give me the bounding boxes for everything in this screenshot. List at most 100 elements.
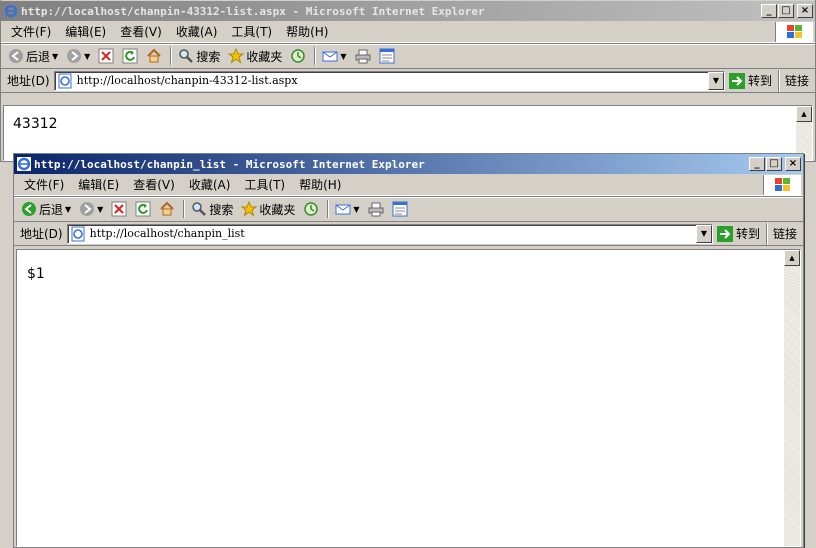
vertical-scrollbar[interactable]: ▲ bbox=[784, 250, 800, 546]
edit-button[interactable] bbox=[389, 198, 411, 220]
stop-button[interactable] bbox=[108, 198, 130, 220]
menu-help[interactable]: 帮助(H) bbox=[293, 174, 347, 195]
back-arrow-icon bbox=[21, 201, 37, 217]
home-button[interactable] bbox=[143, 45, 165, 67]
back-label: 后退 bbox=[26, 49, 51, 64]
links-button[interactable]: 链接 bbox=[765, 222, 803, 245]
address-value: http://localhost/chanpin-43312-list.aspx bbox=[76, 74, 298, 87]
mail-icon bbox=[335, 201, 351, 217]
refresh-button[interactable] bbox=[119, 45, 141, 67]
address-bar: 地址(D) http://localhost/chanpin-43312-lis… bbox=[1, 69, 815, 93]
title-bar[interactable]: http://localhost/chanpin_list - Microsof… bbox=[14, 154, 803, 174]
search-button[interactable]: 搜索 bbox=[175, 45, 223, 67]
menu-bar: 文件(F) 编辑(E) 查看(V) 收藏(A) 工具(T) 帮助(H) bbox=[14, 174, 803, 196]
refresh-button[interactable] bbox=[132, 198, 154, 220]
search-label: 搜索 bbox=[209, 202, 234, 217]
ie-icon bbox=[17, 157, 31, 171]
menu-file[interactable]: 文件(F) bbox=[18, 174, 70, 195]
menu-help[interactable]: 帮助(H) bbox=[280, 21, 334, 42]
ie-window-front[interactable]: http://localhost/chanpin_list - Microsof… bbox=[13, 153, 804, 548]
refresh-icon bbox=[122, 48, 138, 64]
forward-button[interactable]: ▼ bbox=[63, 45, 93, 67]
chevron-down-icon[interactable]: ▼ bbox=[97, 205, 103, 214]
go-arrow-icon bbox=[716, 225, 733, 242]
toolbar-separator bbox=[327, 200, 330, 218]
search-button[interactable]: 搜索 bbox=[188, 198, 236, 220]
chevron-down-icon[interactable]: ▼ bbox=[353, 205, 359, 214]
back-button[interactable]: 后退 ▼ bbox=[18, 198, 74, 220]
menu-favorites[interactable]: 收藏(A) bbox=[170, 21, 224, 42]
address-label: 地址(D) bbox=[20, 227, 63, 241]
go-label: 转到 bbox=[747, 74, 772, 88]
menu-view[interactable]: 查看(V) bbox=[114, 21, 168, 42]
printer-icon bbox=[368, 201, 384, 217]
minimize-button[interactable]: _ bbox=[761, 4, 777, 18]
go-button[interactable]: 转到 bbox=[713, 224, 766, 244]
forward-arrow-icon bbox=[79, 201, 95, 217]
menu-edit[interactable]: 编辑(E) bbox=[59, 21, 112, 42]
refresh-icon bbox=[135, 201, 151, 217]
chevron-down-icon[interactable]: ▼ bbox=[65, 205, 71, 214]
star-icon bbox=[228, 48, 245, 64]
chevron-down-icon[interactable]: ▼ bbox=[52, 52, 58, 61]
toolbar-separator bbox=[314, 47, 317, 65]
scroll-up-arrow-icon[interactable]: ▲ bbox=[784, 250, 800, 266]
menu-tools[interactable]: 工具(T) bbox=[238, 174, 291, 195]
back-arrow-icon bbox=[8, 48, 24, 64]
print-button[interactable] bbox=[352, 45, 374, 67]
window-title: http://localhost/chanpin-43312-list.aspx… bbox=[21, 4, 485, 18]
home-button[interactable] bbox=[156, 198, 178, 220]
favorites-button[interactable]: 收藏夹 bbox=[238, 198, 298, 220]
maximize-button[interactable]: □ bbox=[778, 4, 794, 18]
forward-button[interactable]: ▼ bbox=[76, 198, 106, 220]
title-bar[interactable]: http://localhost/chanpin-43312-list.aspx… bbox=[1, 1, 815, 21]
menu-edit[interactable]: 编辑(E) bbox=[72, 174, 125, 195]
menu-tools[interactable]: 工具(T) bbox=[225, 21, 278, 42]
close-button[interactable]: × bbox=[785, 157, 801, 171]
go-arrow-icon bbox=[728, 72, 745, 89]
edit-page-icon bbox=[379, 48, 395, 64]
menu-favorites[interactable]: 收藏(A) bbox=[183, 174, 237, 195]
chevron-down-icon[interactable]: ▼ bbox=[340, 52, 346, 61]
ie-icon bbox=[4, 4, 18, 18]
mail-button[interactable]: ▼ bbox=[332, 198, 362, 220]
standard-toolbar: 后退 ▼ ▼ 搜索 收藏夹 ▼ bbox=[14, 196, 803, 222]
forward-arrow-icon bbox=[66, 48, 82, 64]
back-button[interactable]: 后退 ▼ bbox=[5, 45, 61, 67]
search-icon bbox=[178, 48, 194, 64]
minimize-button[interactable]: _ bbox=[749, 157, 765, 171]
mail-button[interactable]: ▼ bbox=[319, 45, 349, 67]
favorites-button[interactable]: 收藏夹 bbox=[225, 45, 285, 67]
scroll-up-arrow-icon[interactable]: ▲ bbox=[796, 106, 812, 122]
edit-page-icon bbox=[392, 201, 408, 217]
history-button[interactable] bbox=[300, 198, 322, 220]
close-button[interactable]: × bbox=[797, 4, 813, 18]
print-button[interactable] bbox=[365, 198, 387, 220]
mail-icon bbox=[322, 48, 338, 64]
chevron-down-icon[interactable]: ▼ bbox=[707, 71, 724, 90]
maximize-button[interactable]: □ bbox=[766, 157, 782, 171]
address-input[interactable]: http://localhost/chanpin_list ▼ bbox=[66, 223, 713, 244]
standard-toolbar: 后退 ▼ ▼ 搜索 收藏夹 ▼ bbox=[1, 43, 815, 69]
go-button[interactable]: 转到 bbox=[725, 71, 778, 91]
edit-button[interactable] bbox=[376, 45, 398, 67]
chevron-down-icon[interactable]: ▼ bbox=[695, 224, 712, 243]
toolbar-separator bbox=[183, 200, 186, 218]
stop-icon bbox=[98, 48, 114, 64]
windows-logo-icon bbox=[763, 175, 801, 195]
stop-button[interactable] bbox=[95, 45, 117, 67]
windows-logo-icon bbox=[775, 22, 813, 42]
history-button[interactable] bbox=[287, 45, 309, 67]
menu-file[interactable]: 文件(F) bbox=[5, 21, 57, 42]
search-icon bbox=[191, 201, 207, 217]
chevron-down-icon[interactable]: ▼ bbox=[84, 52, 90, 61]
page-text: 43312 bbox=[13, 116, 58, 132]
ie-window-back[interactable]: http://localhost/chanpin-43312-list.aspx… bbox=[0, 0, 816, 162]
address-input[interactable]: http://localhost/chanpin-43312-list.aspx… bbox=[53, 70, 725, 91]
history-icon bbox=[303, 201, 319, 217]
menu-view[interactable]: 查看(V) bbox=[127, 174, 181, 195]
vertical-scrollbar[interactable]: ▲ bbox=[796, 106, 812, 160]
page-icon bbox=[70, 226, 86, 242]
links-button[interactable]: 链接 bbox=[777, 69, 815, 92]
history-icon bbox=[290, 48, 306, 64]
